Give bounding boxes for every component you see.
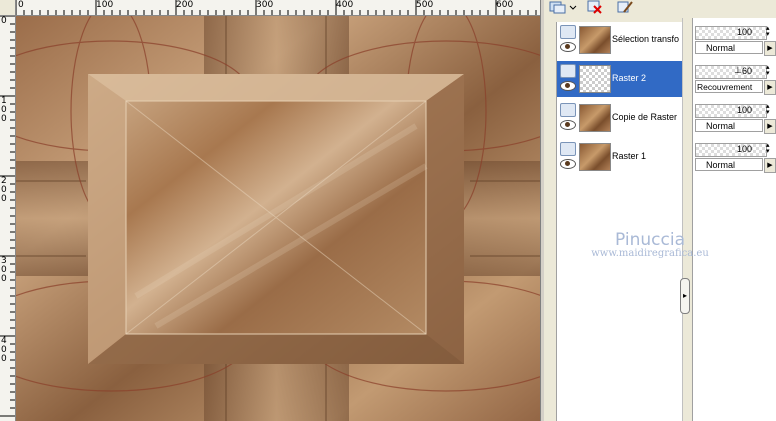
layer-group-icon[interactable]: [560, 64, 576, 78]
blend-mode-select[interactable]: Normal: [695, 119, 763, 132]
layers-toolbar: [544, 0, 684, 18]
ruler-corner: [0, 0, 16, 16]
horizontal-ruler: 0 100 200 300 400 500 600: [0, 0, 540, 16]
layer-row[interactable]: Raster 1: [557, 139, 682, 175]
spin-arrows-icon[interactable]: ▴ ▾: [766, 25, 774, 38]
opacity-slider[interactable]: 100: [695, 104, 767, 118]
chevron-down-icon[interactable]: [568, 0, 586, 14]
blend-mode-select[interactable]: Normal: [695, 158, 763, 171]
opacity-slider[interactable]: 100: [695, 26, 767, 40]
palette-splitter: [682, 18, 691, 421]
layer-group-icon[interactable]: [560, 142, 576, 156]
ruler-label: 2 0 0: [1, 176, 7, 204]
chevron-right-icon[interactable]: ▶: [764, 80, 776, 95]
opacity-slider[interactable]: 100: [695, 143, 767, 157]
ruler-label: 500: [416, 0, 434, 10]
layer-list: Sélection transfo Raster 2 Copie de Rast…: [556, 22, 682, 421]
layer-props-row: 100 ▴ ▾ Normal ▶: [695, 141, 776, 177]
layer-props-row: 100 ▴ ▾ Normal ▶: [695, 102, 776, 138]
opacity-value: 100: [736, 144, 752, 154]
layer-thumbnail: [579, 104, 611, 132]
collapse-arrow-icon[interactable]: ▸: [680, 278, 690, 314]
canvas-artwork: [16, 16, 540, 421]
spin-arrows-icon[interactable]: ▴ ▾: [766, 142, 774, 155]
spin-arrows-icon[interactable]: ▴ ▾: [766, 64, 774, 77]
new-layer-icon[interactable]: [548, 0, 566, 14]
layer-name: Sélection transfo: [612, 34, 680, 44]
spin-arrows-icon[interactable]: ▴ ▾: [766, 103, 774, 116]
eye-icon[interactable]: [560, 120, 576, 130]
layer-props-row: 100 ▴ ▾ Normal ▶: [695, 24, 776, 60]
layer-thumbnail: [579, 65, 611, 93]
eye-icon[interactable]: [560, 81, 576, 91]
ruler-label: 200: [176, 0, 194, 10]
chevron-right-icon[interactable]: ▶: [764, 158, 776, 173]
opacity-value: 100: [736, 27, 752, 37]
layer-row[interactable]: Copie de Raster: [557, 100, 682, 136]
layer-name: Raster 1: [612, 151, 647, 161]
ruler-label: 0: [18, 0, 24, 10]
opacity-value: 100: [736, 105, 752, 115]
image-canvas[interactable]: [16, 16, 540, 421]
blend-mode-select[interactable]: Normal: [695, 41, 763, 54]
eye-icon[interactable]: [560, 159, 576, 169]
layer-thumbnail: [579, 26, 611, 54]
ruler-label: 600: [496, 0, 514, 10]
edit-layer-icon[interactable]: [616, 0, 634, 14]
layer-group-icon[interactable]: [560, 103, 576, 117]
blend-mode-select[interactable]: Recouvrement: [695, 80, 763, 93]
chevron-right-icon[interactable]: ▶: [764, 119, 776, 134]
layers-palette: Sélection transfo Raster 2 Copie de Rast…: [544, 0, 776, 421]
layer-props-row: 60 ⊥ ▴ ▾ Recouvrement ▶: [695, 63, 776, 99]
layer-name: Raster 2: [612, 73, 647, 83]
delete-layer-icon[interactable]: [586, 0, 604, 14]
slider-thumb-icon[interactable]: ⊥: [734, 66, 752, 75]
eye-icon[interactable]: [560, 42, 576, 52]
ruler-label: 4 0 0: [1, 336, 7, 364]
layer-thumbnail: [579, 143, 611, 171]
vertical-ruler: 0 1 0 0 2 0 0 3 0 0 4 0 0: [0, 15, 16, 421]
ruler-label: 1 0 0: [1, 96, 7, 124]
ruler-label: 3 0 0: [1, 256, 7, 284]
ruler-label: 400: [336, 0, 354, 10]
chevron-right-icon[interactable]: ▶: [764, 41, 776, 56]
ruler-label: 100: [96, 0, 114, 10]
opacity-slider[interactable]: 60 ⊥: [695, 65, 767, 79]
layer-group-icon[interactable]: [560, 25, 576, 39]
ruler-label: 300: [256, 0, 274, 10]
ruler-label: 0: [1, 16, 7, 26]
layer-row[interactable]: Sélection transfo: [557, 22, 682, 58]
layer-name: Copie de Raster: [612, 112, 678, 122]
layer-row-selected[interactable]: Raster 2: [557, 61, 682, 97]
layer-properties: 100 ▴ ▾ Normal ▶ 60 ⊥ ▴ ▾ Recouvrement ▶ 10…: [692, 18, 776, 421]
